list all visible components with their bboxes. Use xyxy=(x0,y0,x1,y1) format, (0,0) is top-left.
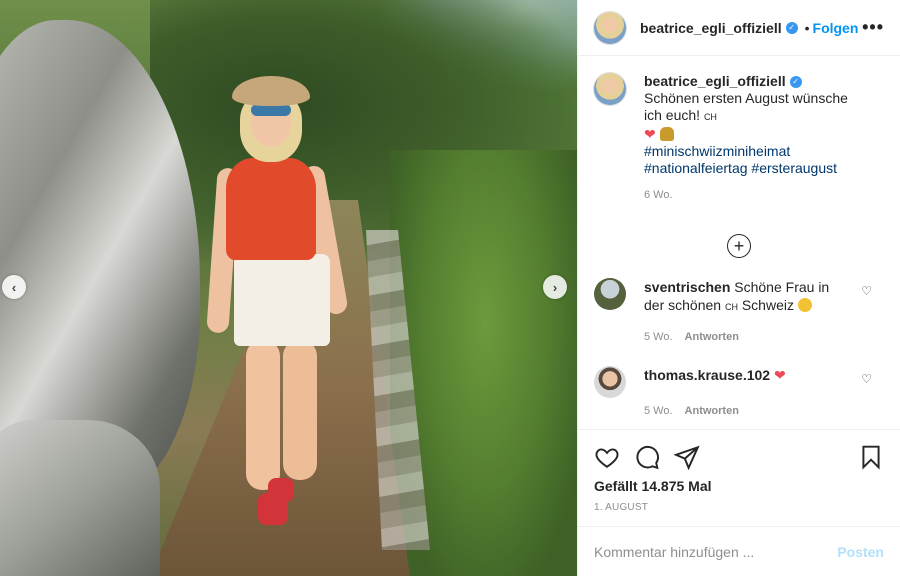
post-date[interactable]: 1. AUGUST xyxy=(594,502,884,513)
plus-circle-icon[interactable]: + xyxy=(727,234,751,258)
verified-badge-icon: ✓ xyxy=(785,21,798,34)
more-options-icon[interactable]: ••• xyxy=(862,17,884,38)
swiss-flag-icon: CH xyxy=(703,112,717,122)
caption-text: Schönen ersten August wünsche ich euch! xyxy=(644,90,848,123)
caption-timestamp[interactable]: 6 Wo. xyxy=(644,187,854,204)
add-comment-bar: Posten xyxy=(578,526,900,576)
swiss-flag-icon: CH xyxy=(724,302,738,312)
comments-list[interactable]: beatrice_egli_offiziell ✓ Schönen ersten … xyxy=(578,57,900,429)
comment-item: sventrischen Schöne Frau in der schönen … xyxy=(594,278,884,346)
comment-item: thomas.krause.102 ❤ 5 Wo. Antworten ♡ xyxy=(594,366,884,420)
verified-badge-icon: ✓ xyxy=(789,76,802,89)
commenter-avatar[interactable] xyxy=(594,366,626,398)
heart-icon[interactable] xyxy=(594,444,620,470)
bookmark-icon[interactable] xyxy=(858,444,884,470)
reply-button[interactable]: Antworten xyxy=(685,405,739,417)
smiley-icon xyxy=(797,298,812,312)
commenter-avatar[interactable] xyxy=(594,278,626,310)
chevron-right-icon[interactable]: › xyxy=(543,275,567,299)
comment-username[interactable]: thomas.krause.102 xyxy=(644,367,770,383)
photo-rock-lower xyxy=(0,420,160,576)
paper-plane-icon[interactable] xyxy=(674,444,700,470)
post-header: beatrice_egli_offiziell ✓ • Folgen ••• xyxy=(578,0,900,56)
caption-avatar[interactable] xyxy=(594,73,626,105)
post-side-panel: beatrice_egli_offiziell ✓ • Folgen ••• b… xyxy=(577,0,900,576)
red-heart-icon: ❤ xyxy=(644,126,656,142)
hashtag-line-2[interactable]: #nationalfeiertag #ersteraugust xyxy=(644,160,854,177)
author-avatar[interactable] xyxy=(594,11,626,44)
separator-dot: • xyxy=(804,19,810,36)
reply-button[interactable]: Antworten xyxy=(685,331,739,343)
comment-like-heart-icon[interactable]: ♡ xyxy=(861,372,872,386)
hashtag-line-1[interactable]: #minischwiizminiheimat xyxy=(644,143,854,160)
comment-icon[interactable] xyxy=(634,444,660,470)
caption-username[interactable]: beatrice_egli_offiziell xyxy=(644,73,786,89)
chevron-left-icon[interactable]: ‹ xyxy=(2,275,26,299)
post-photo[interactable]: ‹ › xyxy=(0,0,577,576)
post-comment-button[interactable]: Posten xyxy=(837,544,884,560)
comment-username[interactable]: sventrischen xyxy=(644,279,730,295)
comment-timestamp[interactable]: 5 Wo. xyxy=(644,405,673,417)
comment-input[interactable] xyxy=(594,543,838,560)
comment-timestamp[interactable]: 5 Wo. xyxy=(644,331,673,343)
comment-like-heart-icon[interactable]: ♡ xyxy=(861,284,872,298)
caption: beatrice_egli_offiziell ✓ Schönen ersten … xyxy=(594,73,884,204)
bell-icon xyxy=(659,127,674,141)
comment-text-end: Schweiz xyxy=(741,297,794,313)
red-heart-icon: ❤ xyxy=(773,367,786,383)
author-username[interactable]: beatrice_egli_offiziell xyxy=(640,20,782,36)
follow-button[interactable]: Folgen xyxy=(813,20,859,36)
like-count[interactable]: Gefällt 14.875 Mal xyxy=(594,478,884,494)
post-actions: Gefällt 14.875 Mal 1. AUGUST xyxy=(578,429,900,513)
